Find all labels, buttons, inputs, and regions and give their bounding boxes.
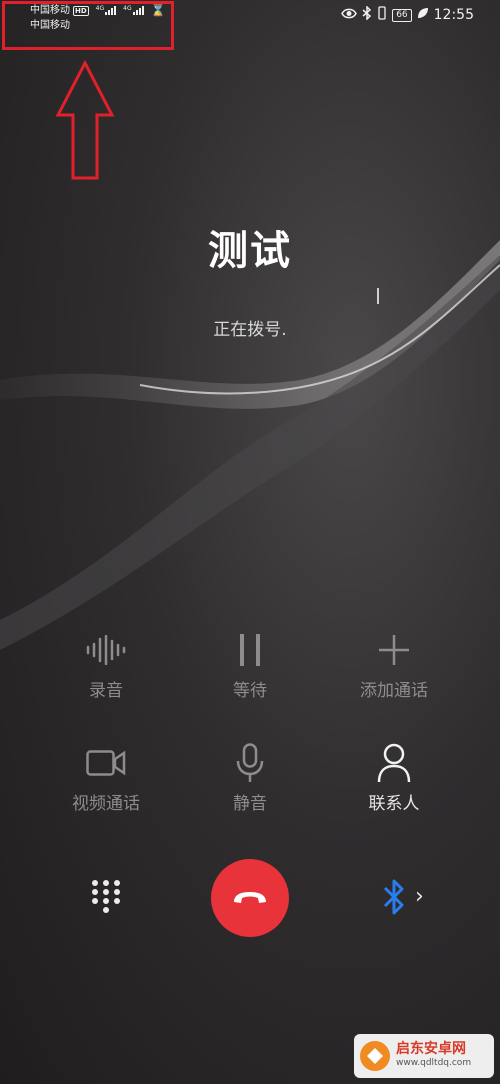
video-camera-icon xyxy=(36,743,176,783)
bluetooth-icon xyxy=(383,879,404,915)
contacts-label: 联系人 xyxy=(368,794,420,814)
plus-icon xyxy=(324,630,464,670)
video-call-label: 视频通话 xyxy=(72,794,140,814)
record-label: 录音 xyxy=(89,681,123,701)
hold-button[interactable]: 等待 xyxy=(180,630,320,701)
dialpad-button[interactable] xyxy=(91,879,121,919)
watermark-logo-icon xyxy=(360,1041,390,1071)
hold-label: 等待 xyxy=(233,681,267,701)
clock: 12:55 xyxy=(433,7,474,23)
call-status: 正在拨号. xyxy=(213,320,287,340)
watermark-title: 启东安卓网 xyxy=(396,1041,466,1057)
annotation-highlight-box xyxy=(2,1,174,50)
dialpad-icon xyxy=(92,880,120,913)
watermark-url: www.qdltdq.com xyxy=(396,1058,472,1068)
hang-up-icon xyxy=(234,892,266,903)
person-icon xyxy=(324,743,464,783)
caller-name: 测试 xyxy=(208,228,292,274)
mute-button[interactable]: 静音 xyxy=(180,743,320,814)
watermark: 启东安卓网 www.qdltdq.com xyxy=(354,1034,494,1078)
mute-label: 静音 xyxy=(233,794,267,814)
contacts-button[interactable]: 联系人 xyxy=(324,743,464,814)
add-call-button[interactable]: 添加通话 xyxy=(324,630,464,701)
end-call-button[interactable] xyxy=(211,859,289,937)
add-call-label: 添加通话 xyxy=(360,681,428,701)
annotation-up-arrow xyxy=(55,60,115,180)
microphone-icon xyxy=(180,743,320,783)
bluetooth-audio-button[interactable] xyxy=(382,878,406,920)
pause-icon xyxy=(180,630,320,670)
status-bar-right: 66 12:55 xyxy=(341,5,474,24)
text-cursor xyxy=(377,288,379,304)
vibrate-icon xyxy=(377,6,387,24)
leaf-icon xyxy=(417,7,429,23)
chevron-right-icon[interactable]: › xyxy=(415,884,424,909)
video-call-button[interactable]: 视频通话 xyxy=(36,743,176,814)
sound-wave-icon xyxy=(36,630,176,670)
eye-comfort-icon xyxy=(341,7,358,23)
record-button[interactable]: 录音 xyxy=(36,630,176,701)
battery-indicator: 66 xyxy=(392,8,412,22)
bluetooth-status-icon xyxy=(362,5,372,24)
